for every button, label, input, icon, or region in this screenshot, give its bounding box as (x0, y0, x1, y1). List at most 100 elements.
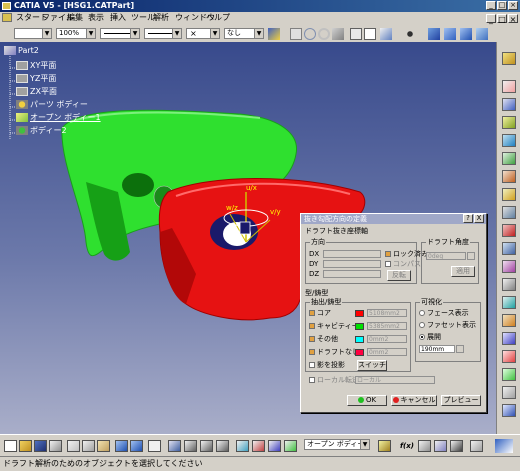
doc-menu-icon[interactable] (2, 13, 12, 22)
new-icon[interactable] (4, 440, 17, 452)
swap-visible-icon[interactable] (350, 28, 362, 40)
workbench-icon[interactable] (502, 52, 516, 65)
knowledge-icon[interactable] (434, 440, 447, 452)
hole-icon[interactable] (502, 170, 516, 183)
sketch-icon[interactable] (502, 80, 516, 93)
shell-icon[interactable] (502, 242, 516, 255)
cancel-button[interactable]: キャンセル (391, 395, 437, 406)
angle-field[interactable]: 0deg (426, 252, 466, 260)
rotate-icon[interactable] (304, 28, 316, 40)
tree-item-part-body[interactable]: パーツ ボディー (16, 99, 88, 110)
tree-item-open-body[interactable]: オープン ボディー1 (16, 112, 101, 123)
line-type-combo[interactable]: ▼ (100, 28, 140, 39)
table-icon[interactable] (450, 440, 463, 452)
other-checkbox[interactable] (309, 336, 315, 342)
boolean-icon[interactable] (502, 314, 516, 327)
redo-icon[interactable] (130, 440, 143, 452)
pattern-icon[interactable] (502, 296, 516, 309)
tree-item-yz-plane[interactable]: YZ平面 (16, 73, 56, 84)
split-icon[interactable] (502, 332, 516, 345)
local-select[interactable]: ローカル (355, 376, 435, 384)
doc-restore-button[interactable]: □ (497, 14, 507, 24)
draft-icon[interactable] (502, 224, 516, 237)
formula-icon[interactable] (502, 404, 516, 417)
dialog-close-button[interactable]: X (474, 214, 484, 223)
pan-icon[interactable] (200, 440, 213, 452)
face-display-radio[interactable] (419, 310, 425, 316)
fillet-icon[interactable] (502, 188, 516, 201)
expand-value-field[interactable]: 190mm (419, 345, 455, 353)
nodraft-color-swatch[interactable] (355, 349, 364, 356)
menu-edit[interactable]: 編集 (67, 13, 83, 23)
chamfer-icon[interactable] (502, 206, 516, 219)
hide-show-icon[interactable] (364, 28, 376, 40)
pad-icon[interactable] (502, 98, 516, 111)
cavity-checkbox[interactable] (309, 323, 315, 329)
angle-spinner[interactable] (467, 252, 475, 260)
paste-icon[interactable] (97, 440, 110, 452)
open-icon[interactable] (19, 440, 32, 452)
expand-spinner[interactable] (456, 345, 464, 353)
extra-icon[interactable] (470, 440, 483, 452)
nodraft-checkbox[interactable] (309, 349, 315, 355)
print-icon[interactable] (49, 440, 62, 452)
menu-help[interactable]: ヘルプ (206, 13, 230, 23)
sketch-icon[interactable] (318, 28, 330, 40)
fit-all-icon[interactable] (184, 440, 197, 452)
expand-radio[interactable] (419, 334, 425, 340)
iso-view-icon[interactable] (428, 28, 440, 40)
undo-icon[interactable] (115, 440, 128, 452)
reverse-button[interactable]: 反転 (387, 270, 411, 281)
axis-icon[interactable] (268, 440, 281, 452)
zoom-icon[interactable] (216, 440, 229, 452)
dz-field[interactable] (323, 270, 381, 278)
tree-item-body2[interactable]: ボディー2 (16, 125, 67, 136)
analysis-icon[interactable] (284, 440, 297, 452)
compass-checkbox[interactable] (385, 261, 391, 267)
menu-tools[interactable]: ツール (131, 13, 155, 23)
local-checkbox[interactable] (309, 377, 315, 383)
doc-close-button[interactable]: × (508, 14, 518, 24)
painter-icon[interactable] (268, 28, 280, 40)
measure-icon[interactable] (252, 440, 265, 452)
whats-this-icon[interactable] (148, 440, 161, 452)
tool-icon[interactable] (332, 28, 344, 40)
layer-combo[interactable]: なし ▼ (224, 28, 264, 39)
maximize-button[interactable]: □ (497, 1, 507, 10)
measure-icon[interactable] (502, 368, 516, 381)
view-icon[interactable] (380, 28, 392, 40)
mirror-icon[interactable] (502, 278, 516, 291)
close-button[interactable]: × (508, 1, 518, 10)
point-type-combo[interactable]: × ▼ (186, 28, 220, 39)
normal-view-icon[interactable] (236, 440, 249, 452)
fly-icon[interactable] (168, 440, 181, 452)
cut-icon[interactable] (67, 440, 80, 452)
surface-icon[interactable] (502, 116, 516, 129)
comment-icon[interactable] (418, 440, 431, 452)
body-select-combo[interactable]: オープン ボディー1 ▼ (304, 439, 370, 450)
switch-button[interactable]: スイッチ (357, 360, 387, 371)
copy-icon[interactable] (82, 440, 95, 452)
other-color-swatch[interactable] (355, 336, 364, 343)
dialog-help-button[interactable]: ? (463, 214, 473, 223)
core-checkbox[interactable] (309, 310, 315, 316)
cavity-color-swatch[interactable] (355, 323, 364, 330)
apply-material-icon[interactable] (502, 386, 516, 399)
ok-button[interactable]: OK (347, 395, 387, 406)
render-icon[interactable] (476, 28, 488, 40)
tree-item-xy-plane[interactable]: XY平面 (16, 60, 56, 71)
facet-display-radio[interactable] (419, 322, 425, 328)
shading-icon[interactable] (460, 28, 472, 40)
dx-field[interactable] (323, 250, 381, 258)
front-view-icon[interactable] (444, 28, 456, 40)
tree-root[interactable]: Part2 (4, 46, 39, 55)
thickness-icon[interactable] (502, 260, 516, 273)
line-weight-combo[interactable]: ▼ (144, 28, 182, 39)
analysis-icon[interactable] (502, 350, 516, 363)
zoom-combo[interactable]: 100% ▼ (56, 28, 96, 39)
pocket-icon[interactable] (502, 152, 516, 165)
insert-body-icon[interactable] (378, 440, 391, 452)
angle-apply-button[interactable]: 適用 (451, 266, 475, 277)
dy-field[interactable] (323, 260, 381, 268)
undo-icon[interactable] (290, 28, 302, 40)
